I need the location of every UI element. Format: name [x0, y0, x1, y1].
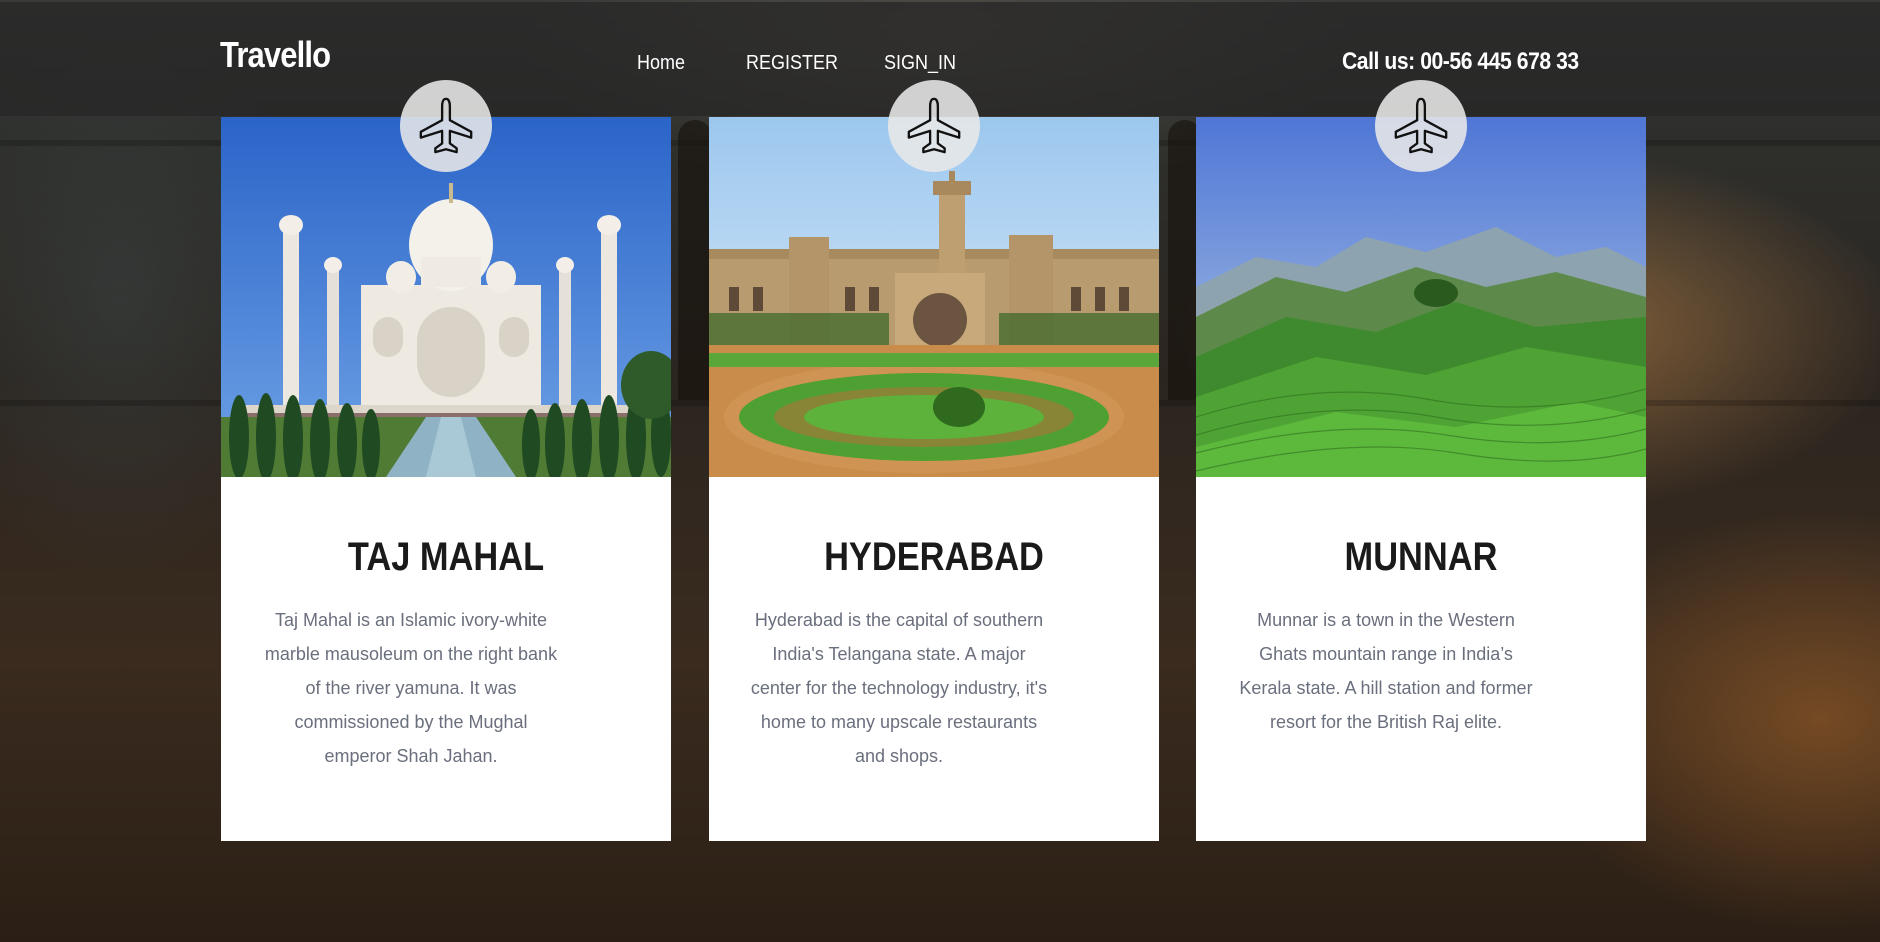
- destination-card-munnar[interactable]: MUNNAR Munnar is a town in the Western G…: [1196, 117, 1646, 841]
- brand-logo[interactable]: Travello: [220, 34, 331, 76]
- card-description: Taj Mahal is an Islamic ivory-white marb…: [264, 610, 558, 766]
- airplane-icon: [1375, 80, 1467, 172]
- card-description: Hyderabad is the capital of southern Ind…: [750, 610, 1048, 766]
- nav-register-link[interactable]: REGISTER: [746, 52, 838, 75]
- nav-home-link[interactable]: Home: [637, 52, 685, 75]
- destination-card-hyderabad[interactable]: HYDERABAD Hyderabad is the capital of so…: [709, 117, 1159, 841]
- airplane-icon: [888, 80, 980, 172]
- card-title: MUNNAR: [1344, 535, 1498, 579]
- card-title: TAJ MAHAL: [347, 535, 545, 579]
- airplane-icon: [400, 80, 492, 172]
- destination-card-taj-mahal[interactable]: TAJ MAHAL Taj Mahal is an Islamic ivory-…: [221, 117, 671, 841]
- card-title: HYDERABAD: [824, 535, 1044, 579]
- phone-number: Call us: 00-56 445 678 33: [1342, 48, 1579, 75]
- card-description: Munnar is a town in the Western Ghats mo…: [1239, 610, 1533, 732]
- nav-sign-in-link[interactable]: SIGN_IN: [884, 52, 956, 75]
